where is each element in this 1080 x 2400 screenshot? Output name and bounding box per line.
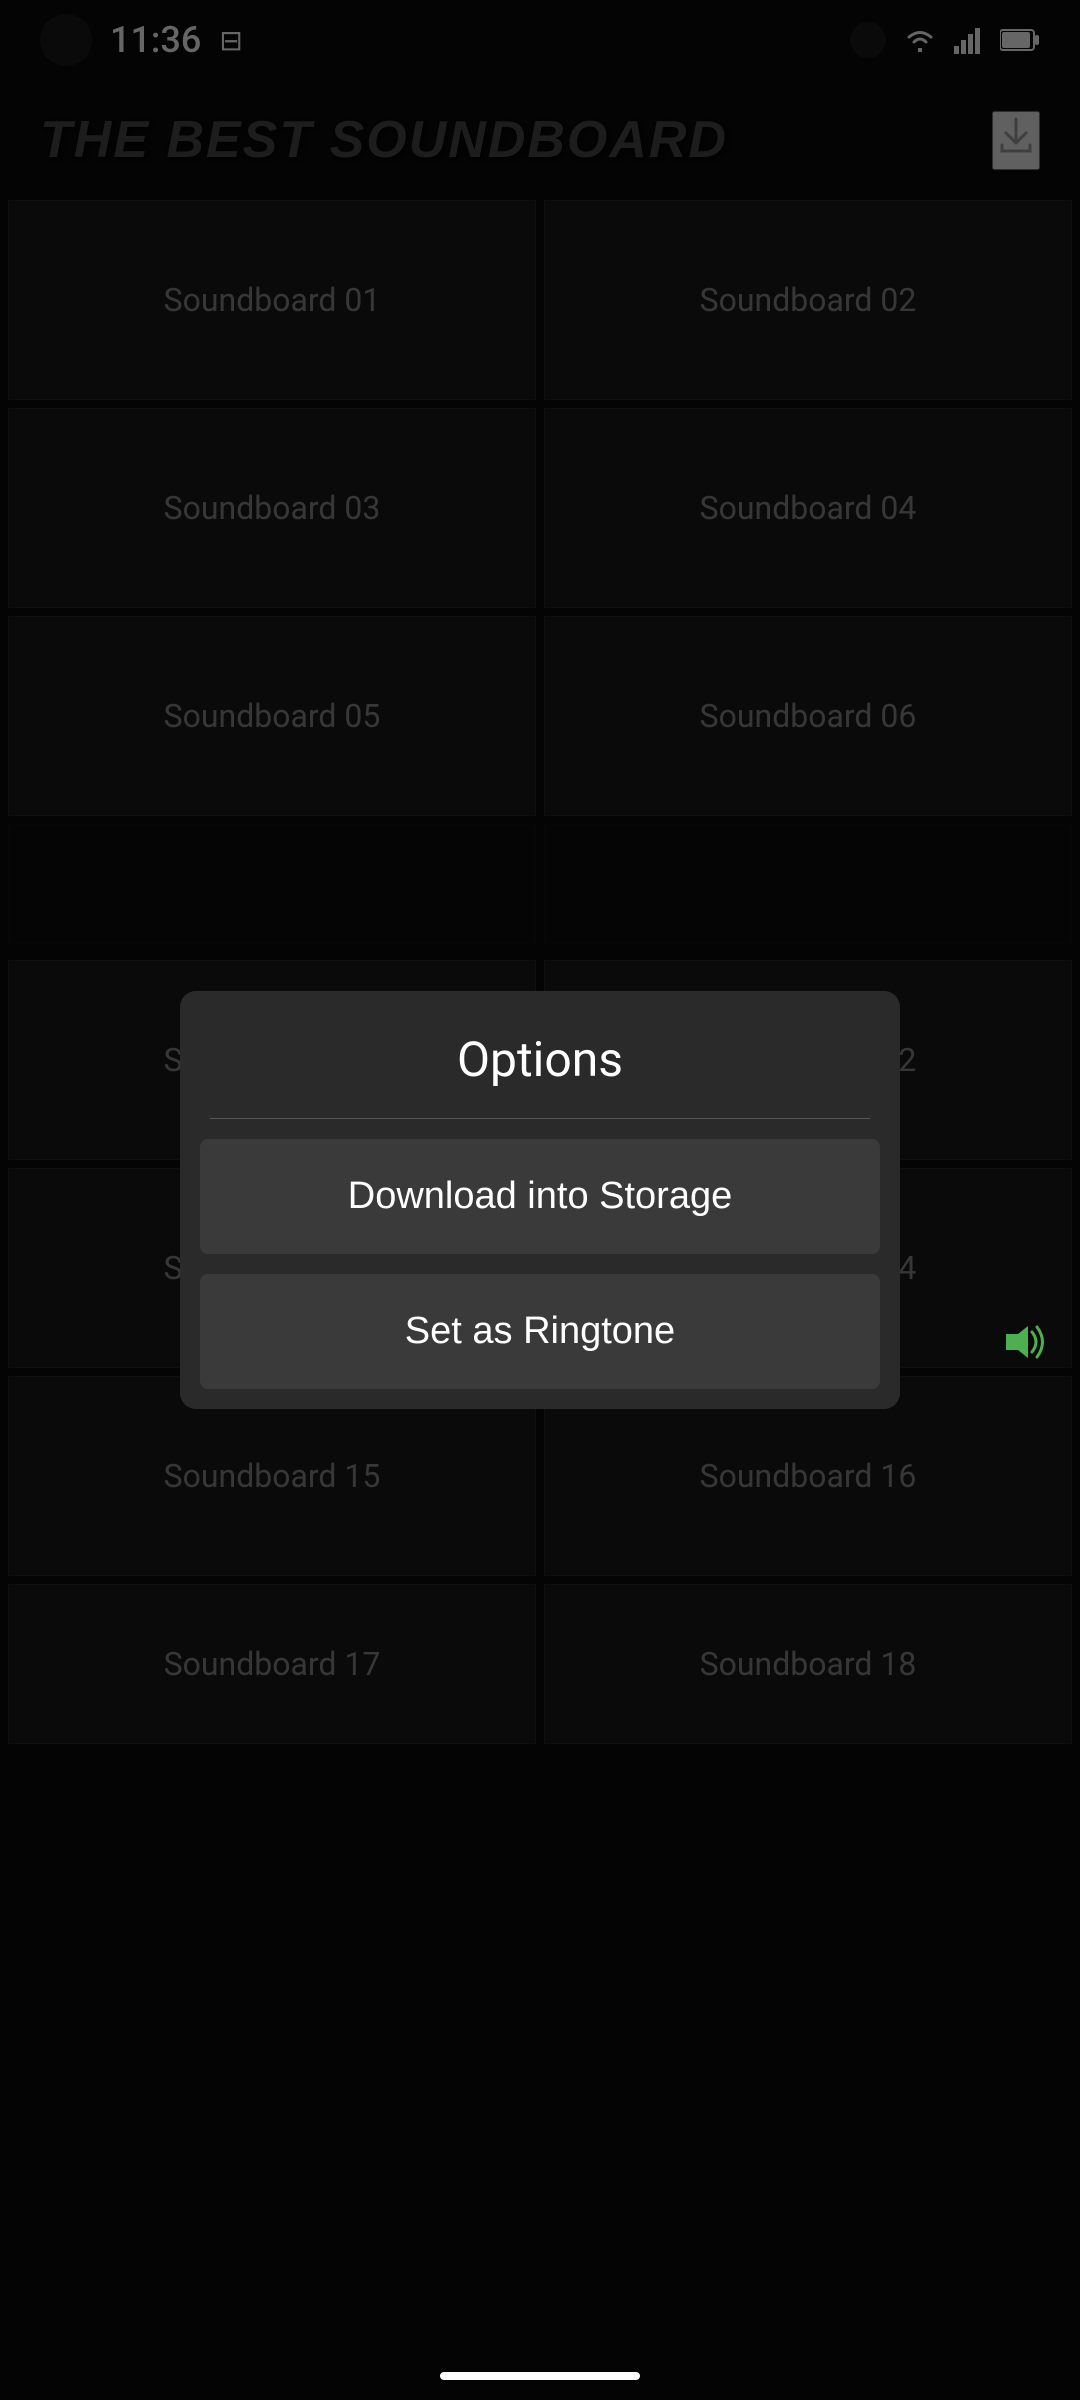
set-ringtone-button[interactable]: Set as Ringtone bbox=[200, 1274, 880, 1389]
bottom-nav-bar bbox=[440, 2372, 640, 2380]
volume-icon bbox=[1000, 1320, 1050, 1364]
options-divider bbox=[210, 1118, 870, 1119]
download-storage-button[interactable]: Download into Storage bbox=[200, 1139, 880, 1254]
options-dialog: Options Download into Storage Set as Rin… bbox=[180, 991, 900, 1409]
volume-indicator bbox=[1000, 1320, 1050, 1375]
options-dialog-title: Options bbox=[180, 991, 900, 1118]
